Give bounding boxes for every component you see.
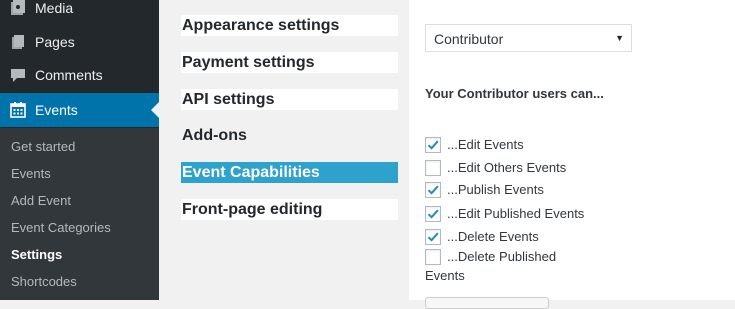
menu-item-label: Events bbox=[35, 102, 78, 118]
capability-label: ...Edit Published Events bbox=[447, 206, 585, 221]
menu-item-label: Media bbox=[35, 0, 74, 16]
menu-item-label: Pages bbox=[35, 34, 75, 50]
checkmark-icon bbox=[427, 140, 439, 150]
checkmark-icon bbox=[427, 209, 439, 219]
capabilities-panel: Contributor ▼ Your Contributor users can… bbox=[409, 0, 735, 309]
submenu-item-get-started[interactable]: Get started bbox=[11, 139, 75, 154]
role-select[interactable]: Contributor ▼ bbox=[425, 24, 632, 52]
capability-label: ...Delete Events bbox=[447, 229, 539, 244]
tab-front-page-editing[interactable]: Front-page editing bbox=[181, 199, 398, 220]
checkbox[interactable] bbox=[425, 229, 441, 245]
role-select-value: Contributor bbox=[434, 31, 504, 47]
checkbox[interactable] bbox=[425, 137, 441, 153]
media-icon bbox=[9, 0, 27, 17]
submenu-item-event-categories[interactable]: Event Categories bbox=[11, 220, 111, 235]
menu-item-pages[interactable]: Pages bbox=[0, 25, 159, 59]
menu-item-label: Comments bbox=[35, 67, 103, 83]
capability-label: ...Edit Events bbox=[447, 137, 524, 152]
tab-event-capabilities[interactable]: Event Capabilities bbox=[181, 162, 398, 183]
checkbox[interactable] bbox=[425, 182, 441, 198]
tab-payment-settings[interactable]: Payment settings bbox=[181, 52, 398, 73]
submenu-item-shortcodes[interactable]: Shortcodes bbox=[11, 274, 77, 289]
capabilities-heading: Your Contributor users can... bbox=[425, 86, 604, 101]
checkbox[interactable] bbox=[425, 160, 441, 176]
dropdown-arrow-icon: ▼ bbox=[615, 33, 624, 43]
submenu-item-add-event[interactable]: Add Event bbox=[11, 193, 71, 208]
capability-label: ...Delete Published bbox=[447, 249, 557, 264]
events-submenu: Get started Events Add Event Event Categ… bbox=[0, 128, 159, 300]
menu-item-media[interactable]: Media bbox=[0, 0, 159, 25]
capability-label: ...Edit Others Events bbox=[447, 160, 567, 175]
capability-label: ...Publish Events bbox=[447, 182, 544, 197]
pages-icon bbox=[9, 33, 27, 51]
comments-icon bbox=[9, 66, 27, 84]
checkmark-icon bbox=[427, 232, 439, 242]
save-button[interactable] bbox=[425, 297, 549, 309]
checkbox[interactable] bbox=[425, 206, 441, 222]
checkmark-icon bbox=[427, 185, 439, 195]
calendar-icon bbox=[9, 101, 27, 119]
tab-api-settings[interactable]: API settings bbox=[181, 89, 398, 110]
checkbox[interactable] bbox=[425, 249, 441, 265]
menu-item-events[interactable]: Events bbox=[0, 93, 159, 127]
current-menu-arrow bbox=[151, 102, 159, 118]
submenu-item-events[interactable]: Events bbox=[11, 166, 51, 181]
tab-appearance-settings[interactable]: Appearance settings bbox=[181, 15, 398, 36]
admin-sidebar: Media Pages Comments Events Get started … bbox=[0, 0, 159, 300]
capability-label-continuation: Events bbox=[425, 268, 465, 283]
tab-add-ons[interactable]: Add-ons bbox=[181, 125, 398, 146]
menu-item-comments[interactable]: Comments bbox=[0, 58, 159, 92]
submenu-item-settings[interactable]: Settings bbox=[11, 247, 62, 262]
